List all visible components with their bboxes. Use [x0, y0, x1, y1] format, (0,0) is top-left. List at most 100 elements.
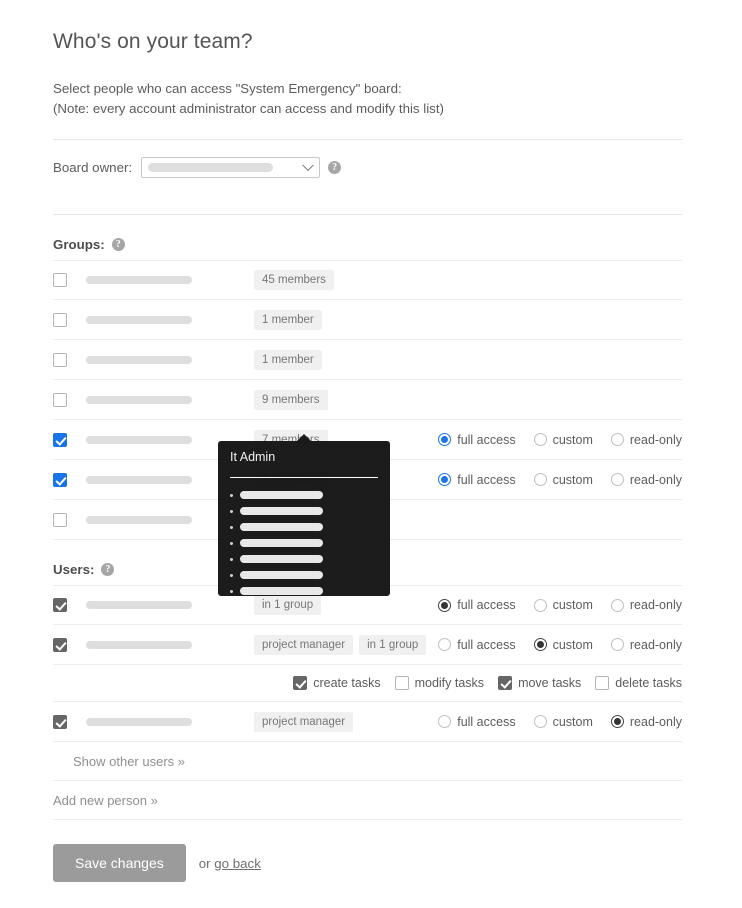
radio-read-only[interactable]: read-only — [610, 432, 682, 447]
page-title: Who's on your team? — [53, 30, 253, 53]
member-count-badge: 1 member — [254, 349, 322, 370]
user-checkbox[interactable] — [53, 714, 67, 729]
radio-custom[interactable]: custom — [533, 472, 593, 487]
radio-full-access[interactable]: full access — [438, 598, 516, 612]
intro-text: Select people who can access "System Eme… — [53, 79, 682, 119]
radio-label: read-only — [629, 598, 682, 612]
group-checkbox[interactable] — [53, 312, 67, 327]
radio-label: custom — [552, 472, 593, 487]
user-badges: project manager — [254, 711, 354, 732]
users-heading-label: Users: — [53, 562, 95, 577]
checkbox-modify-tasks[interactable]: modify tasks — [394, 676, 484, 690]
list-item — [230, 487, 378, 503]
help-icon-board-owner[interactable]: ? — [328, 160, 342, 174]
radio-icon — [438, 598, 452, 612]
radio-label: read-only — [629, 472, 682, 487]
add-new-person-link[interactable]: Add new person » — [53, 781, 682, 820]
group-checkbox[interactable] — [53, 392, 67, 407]
board-owner-row: Board owner: ? — [53, 140, 682, 194]
group-checkbox[interactable] — [53, 472, 67, 487]
show-other-users-link[interactable]: Show other users » — [53, 742, 682, 781]
radio-full-access[interactable]: full access — [438, 433, 516, 447]
radio-icon — [533, 638, 547, 651]
table-row[interactable]: 9 members — [53, 380, 682, 420]
go-back-text: or go back — [199, 856, 261, 871]
radio-label: custom — [552, 637, 593, 652]
user-checkbox[interactable] — [53, 637, 67, 652]
radio-custom[interactable]: custom — [533, 598, 593, 612]
radio-icon — [610, 473, 624, 486]
intro-line-1: Select people who can access "System Eme… — [53, 81, 402, 96]
user-checkbox[interactable] — [53, 598, 67, 612]
radio-icon — [533, 715, 547, 728]
group-checkbox[interactable] — [53, 512, 67, 527]
radio-icon — [610, 433, 624, 446]
checkbox-delete-tasks[interactable]: delete tasks — [595, 676, 682, 690]
groups-heading-label: Groups: — [53, 237, 105, 252]
radio-read-only[interactable]: read-only — [610, 472, 682, 487]
save-changes-button[interactable]: Save changes — [53, 844, 186, 882]
group-badges: 1 member — [254, 309, 322, 330]
task-label: delete tasks — [615, 676, 682, 690]
group-checkbox[interactable] — [53, 352, 67, 367]
radio-label: custom — [552, 714, 593, 729]
board-owner-label: Board owner: — [53, 159, 133, 175]
permission-radio-group: full access custom read-only — [438, 638, 682, 652]
task-label: create tasks — [313, 676, 381, 690]
list-item — [230, 519, 378, 535]
table-row[interactable]: 45 members — [53, 260, 682, 300]
member-count-badge: 1 member — [254, 309, 322, 330]
table-row[interactable]: project manager full access custom read-… — [53, 702, 682, 742]
tooltip-member-list — [230, 487, 378, 599]
radio-full-access[interactable]: full access — [438, 472, 516, 487]
radio-label: full access — [457, 472, 516, 487]
group-members-tooltip: It Admin — [218, 434, 390, 599]
go-back-link[interactable]: go back — [214, 856, 261, 871]
add-new-person-label: Add new person » — [53, 792, 158, 808]
radio-label: read-only — [629, 432, 682, 447]
radio-read-only[interactable]: read-only — [610, 638, 682, 652]
radio-icon — [533, 433, 547, 446]
checkbox-icon — [498, 676, 513, 690]
group-checkbox[interactable] — [53, 432, 67, 447]
user-badges: project manager in 1 group — [254, 634, 427, 655]
tooltip-arrow — [296, 434, 312, 442]
radio-label: full access — [457, 598, 516, 612]
tooltip-title: It Admin — [230, 450, 276, 464]
radio-label: full access — [457, 637, 516, 652]
group-count-badge: in 1 group — [359, 634, 427, 655]
help-icon-users[interactable]: ? — [101, 563, 115, 576]
radio-full-access[interactable]: full access — [438, 637, 516, 652]
checkbox-icon — [595, 676, 610, 690]
group-badges: 45 members — [254, 270, 334, 290]
radio-custom[interactable]: custom — [533, 433, 593, 447]
list-item — [230, 583, 378, 599]
table-row[interactable]: 1 member — [53, 340, 682, 380]
user-name — [67, 596, 254, 614]
table-row[interactable]: 1 member — [53, 300, 682, 340]
user-name — [67, 713, 254, 731]
member-count-badge: 45 members — [254, 270, 334, 290]
group-name — [67, 271, 254, 289]
radio-custom[interactable]: custom — [533, 637, 593, 652]
radio-icon — [610, 638, 624, 651]
board-owner-select[interactable] — [141, 156, 321, 178]
role-badge: project manager — [254, 634, 354, 655]
help-icon-groups[interactable]: ? — [111, 238, 125, 251]
group-checkbox[interactable] — [53, 273, 67, 287]
intro-line-2: (Note: every account administrator can a… — [53, 101, 444, 116]
board-owner-value-redacted — [148, 162, 274, 172]
radio-full-access[interactable]: full access — [438, 715, 516, 729]
radio-custom[interactable]: custom — [533, 714, 593, 729]
group-badges: 9 members — [254, 389, 328, 410]
radio-read-only[interactable]: read-only — [610, 714, 682, 729]
table-row[interactable]: project manager in 1 group full access c… — [53, 625, 682, 665]
list-item — [230, 551, 378, 567]
radio-icon — [438, 715, 452, 728]
user-name — [67, 636, 254, 654]
group-name — [67, 391, 254, 409]
checkbox-move-tasks[interactable]: move tasks — [498, 676, 581, 690]
radio-read-only[interactable]: read-only — [610, 598, 682, 612]
radio-label: read-only — [629, 714, 682, 729]
checkbox-create-tasks[interactable]: create tasks — [293, 676, 381, 690]
